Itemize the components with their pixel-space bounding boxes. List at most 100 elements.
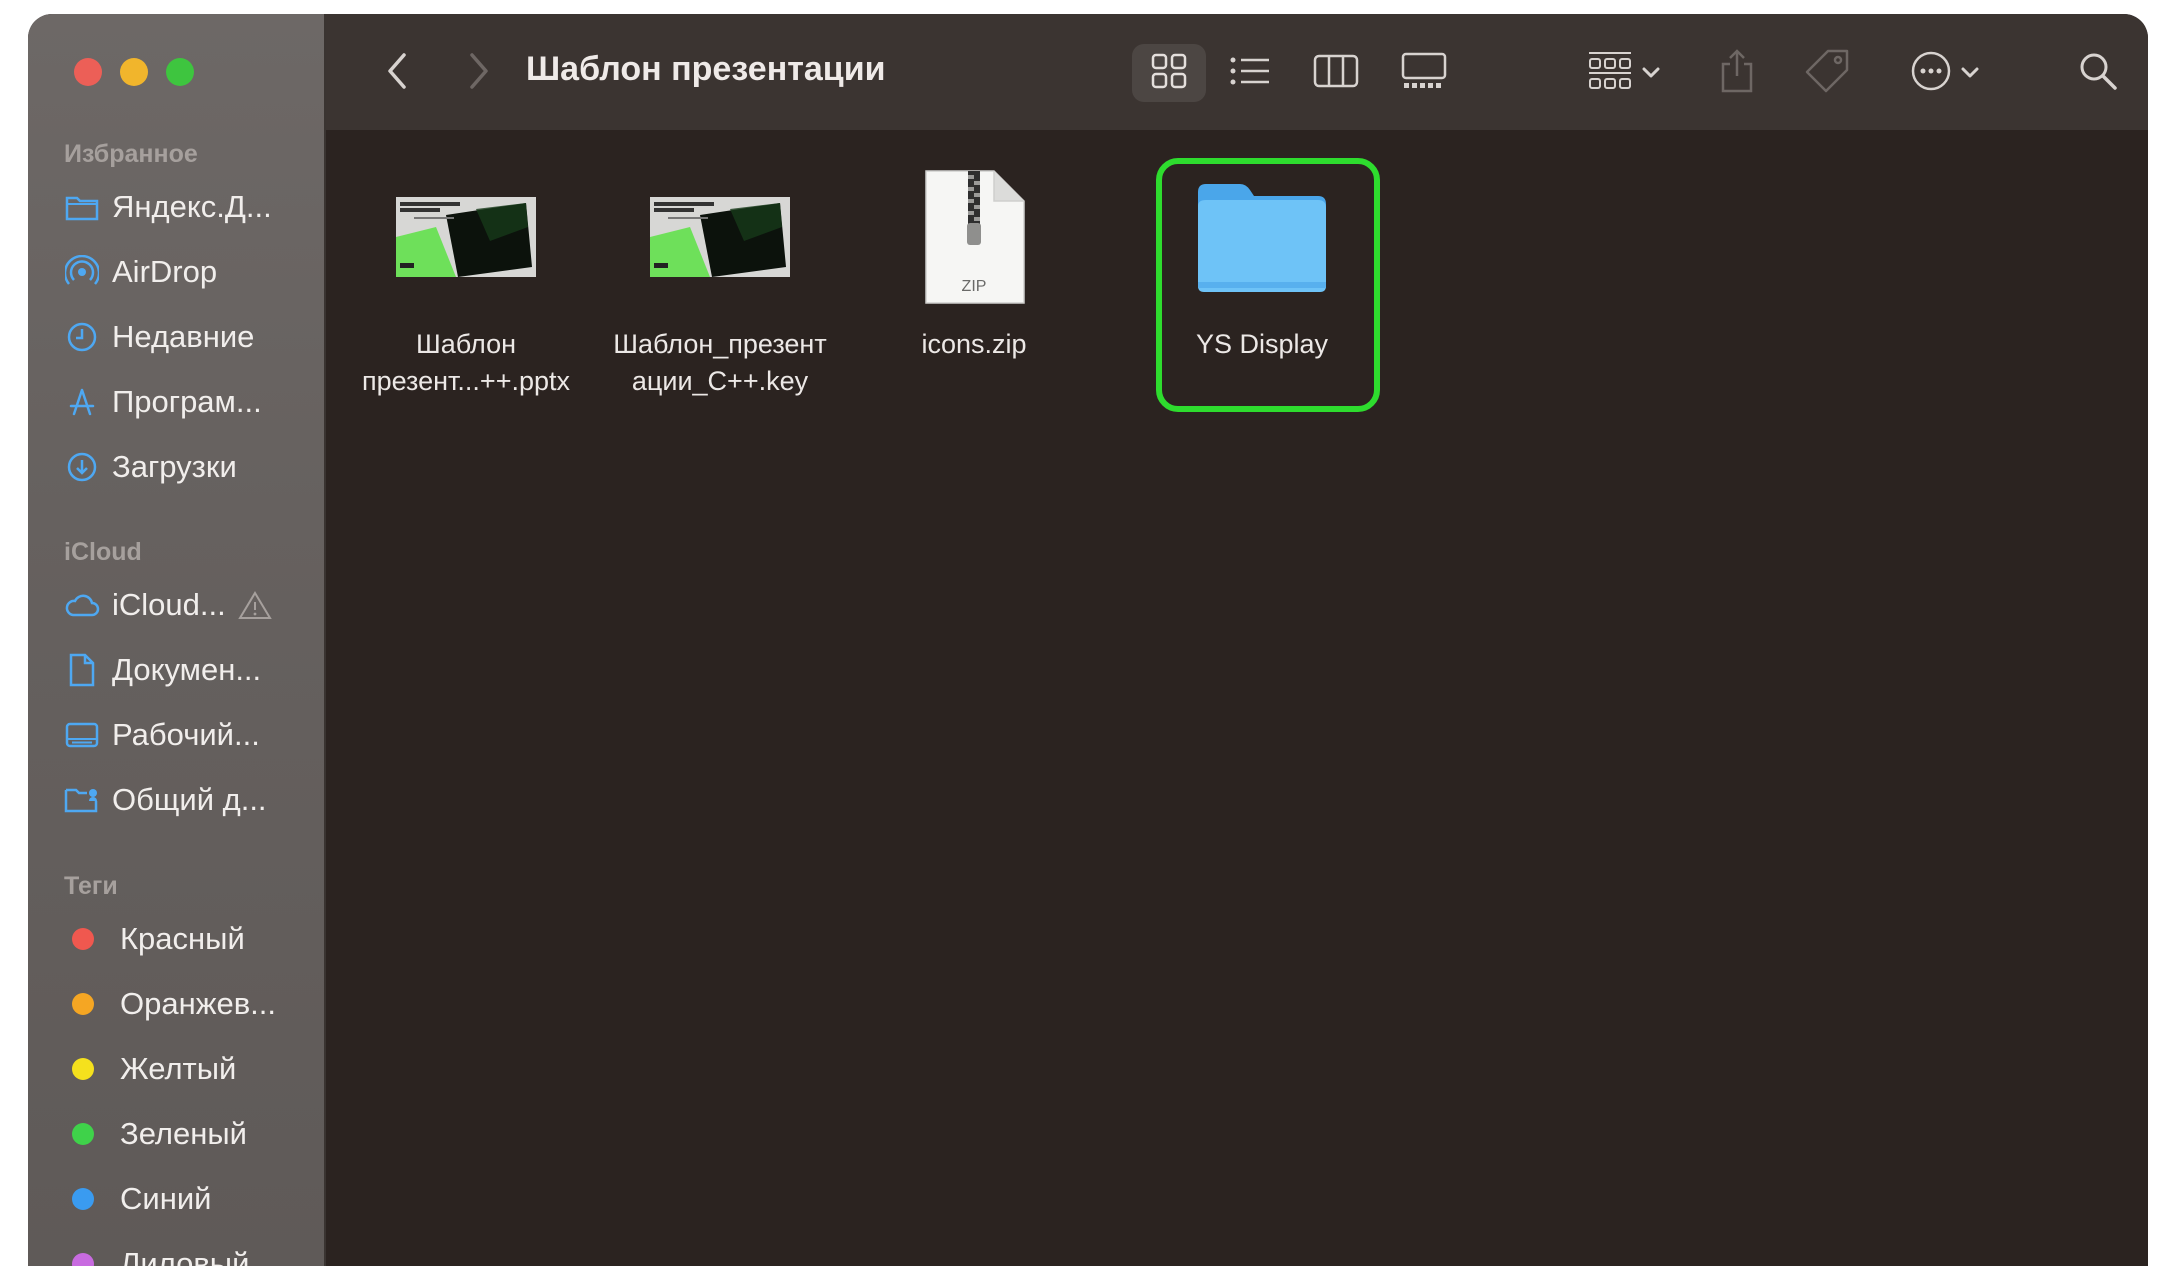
sidebar-section-favorites: Избранное bbox=[64, 140, 198, 168]
share-button[interactable] bbox=[1712, 44, 1762, 102]
sidebar-item-label: Оранжев... bbox=[120, 986, 276, 1021]
presentation-thumbnail bbox=[346, 162, 586, 312]
file-name: Шаблон_презент ации_C++.key bbox=[600, 326, 840, 400]
sidebar-item-airdrop[interactable]: AirDrop bbox=[64, 249, 310, 295]
zip-badge: ZIP bbox=[962, 278, 987, 295]
sidebar-section-tags: Теги bbox=[64, 872, 118, 900]
sidebar-tag-green[interactable]: Зеленый bbox=[64, 1111, 310, 1157]
list-view-icon bbox=[1229, 55, 1271, 92]
tag-color-dot bbox=[72, 928, 94, 950]
file-item-zip[interactable]: ZIP icons.zip bbox=[854, 162, 1094, 363]
sidebar-section-icloud: iCloud bbox=[64, 538, 142, 566]
sidebar-item-label: Програм... bbox=[112, 384, 262, 419]
file-item-folder[interactable]: YS Display bbox=[1142, 162, 1382, 363]
tag-color-dot bbox=[72, 1058, 94, 1080]
file-name-line: Шаблон bbox=[416, 329, 516, 359]
share-icon bbox=[1720, 48, 1754, 99]
gallery-view-icon bbox=[1401, 52, 1447, 95]
sidebar-tag-yellow[interactable]: Желтый bbox=[64, 1046, 310, 1092]
sidebar-item-label: Загрузки bbox=[112, 449, 237, 484]
sidebar-item-applications[interactable]: Програм... bbox=[64, 379, 310, 425]
chevron-right-icon bbox=[468, 52, 490, 95]
sidebar-item-label: Яндекс.Д... bbox=[112, 189, 272, 224]
sidebar-item-label: Синий bbox=[120, 1181, 212, 1216]
file-name-line: Шаблон_презент bbox=[613, 329, 827, 359]
file-name: YS Display bbox=[1142, 326, 1382, 363]
zoom-button[interactable] bbox=[166, 58, 194, 86]
columns-view-icon bbox=[1313, 54, 1359, 93]
sidebar-item-icloud-drive[interactable]: iCloud... bbox=[64, 582, 310, 628]
group-by-button[interactable] bbox=[1576, 44, 1672, 102]
desktop-icon bbox=[64, 717, 100, 753]
warning-icon bbox=[237, 590, 272, 620]
sidebar-item-label: iCloud... bbox=[112, 587, 226, 622]
clock-icon bbox=[64, 319, 100, 355]
toolbar: Шаблон презентации bbox=[326, 14, 2148, 130]
sidebar-item-yandex-disk[interactable]: Яндекс.Д... bbox=[64, 184, 310, 230]
back-button[interactable] bbox=[372, 44, 422, 102]
zip-file-icon: ZIP bbox=[854, 162, 1094, 312]
view-gallery-button[interactable] bbox=[1392, 44, 1456, 102]
sidebar-item-label: Желтый bbox=[120, 1051, 237, 1086]
ellipsis-circle-icon bbox=[1910, 50, 1952, 97]
download-icon bbox=[64, 449, 100, 485]
search-icon bbox=[2078, 51, 2118, 96]
close-button[interactable] bbox=[74, 58, 102, 86]
sidebar-item-desktop[interactable]: Рабочий... bbox=[64, 712, 310, 758]
chevron-left-icon bbox=[386, 52, 408, 95]
sidebar-item-label: AirDrop bbox=[112, 254, 218, 289]
sidebar-tag-blue[interactable]: Синий bbox=[64, 1176, 310, 1222]
sidebar-item-documents[interactable]: Докумен... bbox=[64, 647, 310, 693]
file-name-line: icons.zip bbox=[921, 329, 1027, 359]
search-button[interactable] bbox=[2070, 44, 2126, 102]
sidebar-item-downloads[interactable]: Загрузки bbox=[64, 444, 310, 490]
sidebar: Избранное Яндекс.Д... AirDrop Недавние П… bbox=[28, 14, 326, 1266]
folder-icon bbox=[1142, 162, 1382, 312]
sidebar-tag-red[interactable]: Красный bbox=[64, 916, 310, 962]
sidebar-item-label: Зеленый bbox=[120, 1116, 247, 1151]
tag-color-dot bbox=[72, 1253, 94, 1266]
file-name-line: презент...++.pptx bbox=[361, 366, 570, 396]
sidebar-item-label: Рабочий... bbox=[112, 717, 260, 752]
presentation-thumbnail bbox=[600, 162, 840, 312]
file-name: icons.zip bbox=[854, 326, 1094, 363]
tag-icon bbox=[1804, 48, 1850, 99]
chevron-down-icon bbox=[1641, 66, 1661, 80]
forward-button[interactable] bbox=[454, 44, 504, 102]
chevron-down-icon bbox=[1960, 66, 1980, 80]
sidebar-item-shared[interactable]: Общий д... bbox=[64, 777, 310, 823]
folder-icon bbox=[64, 189, 100, 225]
tag-color-dot bbox=[72, 1123, 94, 1145]
minimize-button[interactable] bbox=[120, 58, 148, 86]
view-icons-button[interactable] bbox=[1132, 44, 1206, 102]
sidebar-tag-orange[interactable]: Оранжев... bbox=[64, 981, 310, 1027]
apps-icon bbox=[64, 384, 100, 420]
sidebar-item-label: Общий д... bbox=[112, 782, 267, 817]
sidebar-item-recents[interactable]: Недавние bbox=[64, 314, 310, 360]
group-icon bbox=[1587, 51, 1633, 96]
file-name-line: ации_C++.key bbox=[631, 366, 809, 396]
sidebar-tag-purple[interactable]: Лиловый bbox=[64, 1241, 310, 1266]
file-name-line: YS Display bbox=[1195, 329, 1329, 359]
file-browser: Шаблон презент...++.pptx Шаблон_презент … bbox=[326, 130, 2148, 1266]
cloud-icon bbox=[64, 587, 100, 623]
grid-view-icon bbox=[1151, 53, 1187, 94]
sidebar-item-label: Лиловый bbox=[120, 1246, 250, 1266]
sidebar-item-label: Докумен... bbox=[112, 652, 262, 687]
finder-window: Избранное Яндекс.Д... AirDrop Недавние П… bbox=[28, 14, 2148, 1266]
shared-folder-icon bbox=[64, 782, 100, 818]
sidebar-item-label: Красный bbox=[120, 921, 245, 956]
document-icon bbox=[64, 652, 100, 688]
tag-color-dot bbox=[72, 1188, 94, 1210]
more-actions-button[interactable] bbox=[1900, 44, 1990, 102]
window-title: Шаблон презентации bbox=[526, 50, 886, 88]
file-item-pptx[interactable]: Шаблон презент...++.pptx bbox=[346, 162, 586, 400]
tag-color-dot bbox=[72, 993, 94, 1015]
airdrop-icon bbox=[64, 254, 100, 290]
file-item-key[interactable]: Шаблон_презент ации_C++.key bbox=[600, 162, 840, 400]
file-name: Шаблон презент...++.pptx bbox=[346, 326, 586, 400]
tag-button[interactable] bbox=[1800, 44, 1854, 102]
view-list-button[interactable] bbox=[1220, 44, 1280, 102]
sidebar-item-label: Недавние bbox=[112, 319, 255, 354]
view-columns-button[interactable] bbox=[1306, 44, 1366, 102]
